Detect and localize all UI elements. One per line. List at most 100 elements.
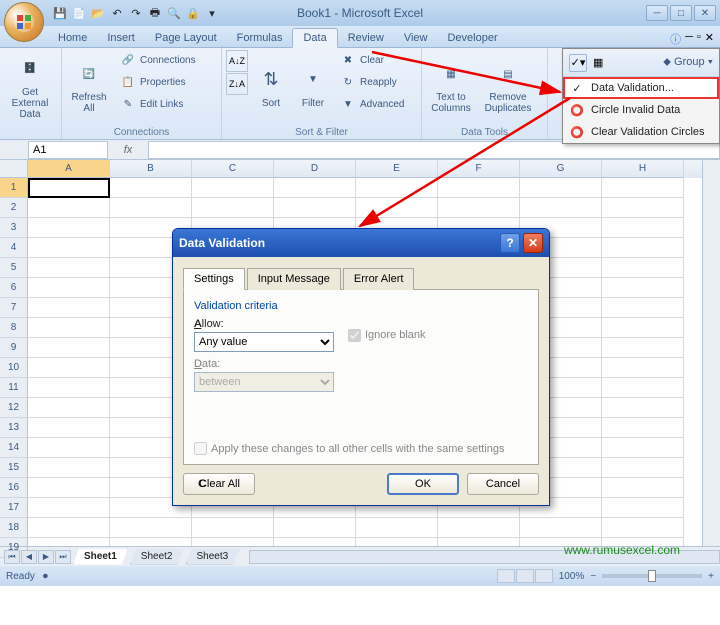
select-all-corner[interactable] [0, 160, 28, 178]
cell[interactable] [356, 518, 438, 538]
tab-view[interactable]: View [394, 29, 438, 47]
cell[interactable] [520, 518, 602, 538]
column-header[interactable]: F [438, 160, 520, 178]
reapply-button[interactable]: ↻Reapply [336, 72, 408, 92]
data-validation-split-icon[interactable]: ✓▾ [569, 54, 587, 72]
row-header[interactable]: 18 [0, 518, 28, 538]
cell[interactable] [192, 178, 274, 198]
zoom-slider[interactable] [602, 574, 702, 578]
lock-icon[interactable]: 🔒 [185, 5, 201, 21]
office-button[interactable] [4, 2, 44, 42]
dialog-titlebar[interactable]: Data Validation ? ✕ [173, 229, 549, 257]
cell[interactable] [274, 178, 356, 198]
sheet-tab-3[interactable]: Sheet3 [186, 549, 240, 565]
sort-button[interactable]: ⇅ Sort [252, 50, 290, 122]
cell[interactable] [520, 198, 602, 218]
cell[interactable] [274, 198, 356, 218]
tab-review[interactable]: Review [338, 29, 394, 47]
tab-page-layout[interactable]: Page Layout [145, 29, 227, 47]
consolidate-icon[interactable]: ▦ [593, 56, 603, 69]
help-icon[interactable]: ⓘ [670, 31, 681, 47]
page-break-view-button[interactable] [535, 569, 553, 583]
cell[interactable] [110, 178, 192, 198]
cell[interactable] [438, 178, 520, 198]
undo-icon[interactable]: ↶ [109, 5, 125, 21]
minimize-ribbon-icon[interactable]: ─ [685, 31, 693, 47]
row-header[interactable]: 9 [0, 338, 28, 358]
tab-home[interactable]: Home [48, 29, 97, 47]
close-workbook-icon[interactable]: ✕ [705, 31, 714, 47]
sheet-tab-2[interactable]: Sheet2 [130, 549, 184, 565]
menu-data-validation[interactable]: ✓Data Validation... [563, 77, 719, 99]
vertical-scrollbar[interactable] [702, 160, 720, 546]
properties-button[interactable]: 📋Properties [116, 72, 200, 92]
edit-links-button[interactable]: ✎Edit Links [116, 94, 200, 114]
advanced-filter-button[interactable]: ▼Advanced [336, 94, 408, 114]
refresh-all-button[interactable]: 🔄 Refresh All [66, 50, 112, 122]
cell[interactable] [438, 518, 520, 538]
row-header[interactable]: 10 [0, 358, 28, 378]
sheet-next-button[interactable]: ▶ [38, 550, 54, 564]
connections-button[interactable]: 🔗Connections [116, 50, 200, 70]
zoom-out-button[interactable]: − [590, 571, 596, 582]
tab-formulas[interactable]: Formulas [227, 29, 293, 47]
cell[interactable] [602, 458, 684, 478]
row-header[interactable]: 8 [0, 318, 28, 338]
row-header[interactable]: 6 [0, 278, 28, 298]
cell[interactable] [28, 418, 110, 438]
cell[interactable] [602, 198, 684, 218]
open-icon[interactable]: 📂 [90, 5, 106, 21]
clear-filter-button[interactable]: ✖Clear [336, 50, 408, 70]
cell[interactable] [438, 538, 520, 546]
column-header[interactable]: B [110, 160, 192, 178]
cell[interactable] [192, 518, 274, 538]
cell[interactable] [192, 198, 274, 218]
cell[interactable] [28, 498, 110, 518]
text-to-columns-button[interactable]: ▦ Text to Columns [426, 50, 476, 122]
ignore-blank-checkbox[interactable]: Ignore blank [348, 329, 426, 342]
row-header[interactable]: 4 [0, 238, 28, 258]
cell[interactable] [602, 438, 684, 458]
cell[interactable] [356, 178, 438, 198]
cancel-button[interactable]: Cancel [467, 473, 539, 495]
cell[interactable] [520, 178, 602, 198]
cell[interactable] [602, 378, 684, 398]
dialog-help-button[interactable]: ? [500, 233, 520, 253]
cell[interactable] [28, 318, 110, 338]
dialog-tab-input-message[interactable]: Input Message [247, 268, 341, 290]
cell[interactable] [28, 278, 110, 298]
cell[interactable] [356, 538, 438, 546]
row-header[interactable]: 11 [0, 378, 28, 398]
row-header[interactable]: 13 [0, 418, 28, 438]
redo-icon[interactable]: ↷ [128, 5, 144, 21]
sheet-tab-1[interactable]: Sheet1 [73, 549, 128, 565]
filter-button[interactable]: ▼ Filter [294, 50, 332, 122]
menu-circle-invalid[interactable]: ⭕Circle Invalid Data [563, 99, 719, 121]
cell[interactable] [110, 518, 192, 538]
cell[interactable] [602, 178, 684, 198]
cell[interactable] [602, 358, 684, 378]
dialog-tab-error-alert[interactable]: Error Alert [343, 268, 415, 290]
cell[interactable] [602, 258, 684, 278]
sheet-first-button[interactable]: ⏮ [4, 550, 20, 564]
cell[interactable] [602, 478, 684, 498]
row-header[interactable]: 14 [0, 438, 28, 458]
cell[interactable] [602, 238, 684, 258]
cell[interactable] [28, 378, 110, 398]
cell[interactable] [274, 538, 356, 546]
row-header[interactable]: 17 [0, 498, 28, 518]
cell[interactable] [28, 338, 110, 358]
allow-combo[interactable]: Any value [194, 332, 334, 352]
column-header[interactable]: H [602, 160, 684, 178]
clear-all-button[interactable]: CClear All [183, 473, 255, 495]
cell[interactable] [28, 258, 110, 278]
normal-view-button[interactable] [497, 569, 515, 583]
row-header[interactable]: 5 [0, 258, 28, 278]
cell[interactable] [28, 238, 110, 258]
column-header[interactable]: D [274, 160, 356, 178]
cell[interactable] [28, 198, 110, 218]
cell[interactable] [274, 518, 356, 538]
cell[interactable] [356, 198, 438, 218]
cell[interactable] [110, 538, 192, 546]
minimize-button[interactable]: ─ [646, 5, 668, 21]
